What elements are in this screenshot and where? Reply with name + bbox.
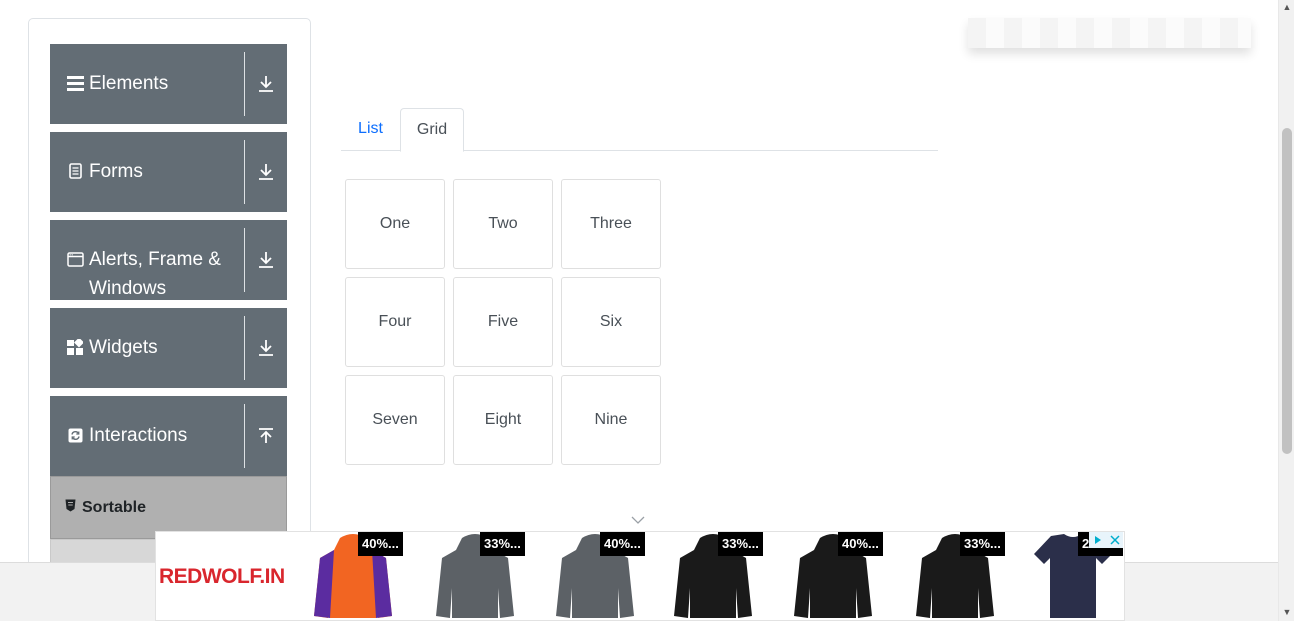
discount-badge: 40%... bbox=[838, 532, 883, 556]
ad-product[interactable]: 40%... bbox=[296, 532, 416, 620]
group-header-alerts-frame-windows[interactable]: Alerts, Frame & Windows bbox=[50, 220, 287, 300]
scroll-thumb[interactable] bbox=[1282, 128, 1292, 454]
group-header-widgets[interactable]: Widgets bbox=[50, 308, 287, 388]
grid-item[interactable]: Two bbox=[453, 179, 553, 269]
group-title-forms: Forms bbox=[89, 161, 143, 182]
grid-item[interactable]: Six bbox=[561, 277, 661, 367]
group-header-elements[interactable]: Elements bbox=[50, 44, 287, 124]
scroll-down-icon[interactable]: ▼ bbox=[1282, 607, 1292, 617]
ad-close-controls[interactable] bbox=[1089, 532, 1123, 548]
page-scrollbar[interactable]: ▲ ▼ bbox=[1278, 0, 1294, 621]
ad-brand-logo: REDWOLF.IN bbox=[159, 565, 285, 588]
widgets-icon bbox=[66, 338, 84, 356]
document-icon bbox=[66, 162, 84, 180]
grid-item[interactable]: Nine bbox=[561, 375, 661, 465]
sidebar-item-label: Sortable bbox=[82, 498, 147, 516]
close-icon[interactable] bbox=[1106, 532, 1123, 548]
discount-badge: 40%... bbox=[358, 532, 403, 556]
chevron-down-icon[interactable] bbox=[630, 513, 646, 527]
upload-arrow-icon[interactable] bbox=[245, 396, 287, 476]
group-header-forms[interactable]: Forms bbox=[50, 132, 287, 212]
ad-product[interactable]: 40%... bbox=[776, 532, 896, 620]
ad-product[interactable]: 33%... bbox=[418, 532, 538, 620]
ad-info-icon[interactable] bbox=[1089, 532, 1106, 548]
tab-grid[interactable]: Grid bbox=[400, 108, 464, 152]
scroll-up-icon[interactable]: ▲ bbox=[1282, 2, 1292, 12]
window-icon bbox=[66, 250, 84, 268]
ad-product[interactable]: 33%... bbox=[656, 532, 776, 620]
group-title-elements: Elements bbox=[89, 73, 169, 94]
download-arrow-icon[interactable] bbox=[245, 220, 287, 300]
refresh-icon bbox=[66, 426, 84, 444]
grid-item[interactable]: Seven bbox=[345, 375, 445, 465]
discount-badge: 33%... bbox=[718, 532, 763, 556]
group-header-interactions[interactable]: Interactions bbox=[50, 396, 287, 476]
discount-badge: 40%... bbox=[600, 532, 645, 556]
download-arrow-icon[interactable] bbox=[245, 132, 287, 212]
discount-badge: 33%... bbox=[480, 532, 525, 556]
bottom-ad-banner[interactable]: REDWOLF.IN 40%... 33%... 40%... 33%... 40%..… bbox=[155, 531, 1125, 621]
list-icon bbox=[66, 74, 84, 92]
grid-item[interactable]: Three bbox=[561, 179, 661, 269]
grid-item[interactable]: Five bbox=[453, 277, 553, 367]
tab-bar: List Grid bbox=[341, 108, 938, 152]
top-ad-banner[interactable] bbox=[968, 18, 1251, 48]
group-title-interactions: Interactions bbox=[89, 425, 188, 446]
group-title-alerts-frame-windows: Alerts, Frame & Windows bbox=[89, 249, 221, 299]
discount-badge: 33%... bbox=[960, 532, 1005, 556]
grid-item[interactable]: Four bbox=[345, 277, 445, 367]
group-title-widgets: Widgets bbox=[89, 337, 158, 358]
download-arrow-icon[interactable] bbox=[245, 44, 287, 124]
shield-icon bbox=[65, 499, 76, 517]
download-arrow-icon[interactable] bbox=[245, 308, 287, 388]
ad-product[interactable]: 33%... bbox=[898, 532, 1018, 620]
grid-item[interactable]: One bbox=[345, 179, 445, 269]
ad-product[interactable]: 40%... bbox=[538, 532, 658, 620]
grid-item[interactable]: Eight bbox=[453, 375, 553, 465]
sidebar-item-sortable[interactable]: Sortable bbox=[50, 476, 287, 539]
tab-list[interactable]: List bbox=[341, 108, 400, 151]
